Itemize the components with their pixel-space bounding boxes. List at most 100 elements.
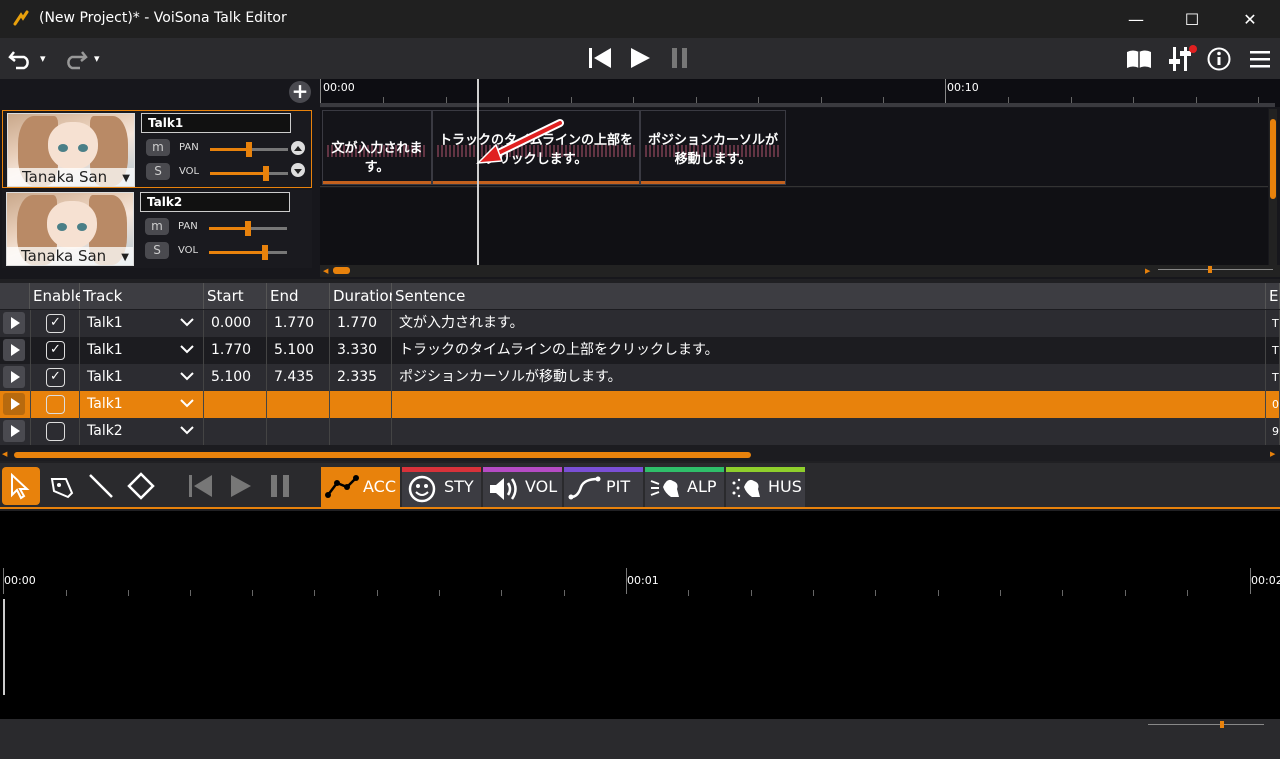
end-cell[interactable]: 5.100 xyxy=(267,337,330,364)
play-button[interactable] xyxy=(626,44,654,72)
table-row[interactable]: Talk2 9 xyxy=(0,418,1280,445)
skip-to-start-button[interactable] xyxy=(586,44,614,72)
track-cell[interactable]: Talk1 xyxy=(80,364,204,391)
column-header-enable[interactable]: Enable xyxy=(30,283,84,309)
voice-avatar[interactable]: Tanaka San ▼ xyxy=(6,192,134,266)
column-header-track[interactable]: Track xyxy=(80,283,204,309)
pen-tool-button[interactable] xyxy=(42,467,80,505)
duration-cell[interactable]: 1.770 xyxy=(330,310,392,337)
enable-checkbox[interactable]: ✓ xyxy=(46,368,65,387)
table-row[interactable]: ✓ Talk1 0.000 1.770 1.770 文が入力されます。 T xyxy=(0,310,1280,337)
tab-pit[interactable]: PIT xyxy=(564,467,643,507)
mute-button[interactable]: m xyxy=(146,139,170,156)
column-header-duration[interactable]: Duration xyxy=(330,283,398,309)
vol-slider[interactable] xyxy=(209,245,287,260)
track-lane-talk2[interactable] xyxy=(320,188,1268,266)
track-vertical-scrollbar[interactable] xyxy=(1269,109,1277,265)
track-header-talk1[interactable]: Tanaka San ▼ Talk1 m S PAN VOL xyxy=(2,110,312,188)
dictionary-button[interactable] xyxy=(1124,46,1154,72)
tab-acc[interactable]: ACC xyxy=(321,467,400,507)
enable-checkbox[interactable]: ✓ xyxy=(46,341,65,360)
chevron-down-icon[interactable] xyxy=(180,310,194,337)
tab-hus[interactable]: HUS xyxy=(726,467,805,507)
sentence-cell[interactable]: 文が入力されます。 xyxy=(392,310,1266,337)
enable-checkbox[interactable] xyxy=(46,422,65,441)
duration-cell[interactable]: 3.330 xyxy=(330,337,392,364)
start-cell[interactable] xyxy=(204,391,267,418)
menu-button[interactable] xyxy=(1245,44,1275,74)
tab-alp[interactable]: ALP xyxy=(645,467,724,507)
enable-checkbox[interactable] xyxy=(46,395,65,414)
extra-cell[interactable]: 9 xyxy=(1266,418,1280,445)
table-row[interactable]: Talk1 0 xyxy=(0,391,1280,418)
add-track-button[interactable]: + xyxy=(289,81,311,103)
track-header-talk2[interactable]: Tanaka San ▼ Talk2 m S PAN VOL xyxy=(2,190,312,268)
chevron-down-icon[interactable] xyxy=(180,391,194,418)
chevron-down-icon[interactable] xyxy=(180,418,194,445)
end-cell[interactable]: 1.770 xyxy=(267,310,330,337)
extra-cell[interactable]: T xyxy=(1266,310,1280,337)
timeline-horizontal-scrollbar[interactable]: ◀ ▶ xyxy=(320,265,1280,277)
solo-button[interactable]: S xyxy=(145,242,169,259)
start-cell[interactable]: 0.000 xyxy=(204,310,267,337)
line-tool-button[interactable] xyxy=(82,467,120,505)
track-cell[interactable]: Talk1 xyxy=(80,391,204,418)
move-up-button[interactable] xyxy=(291,141,305,155)
duration-cell[interactable]: 2.335 xyxy=(330,364,392,391)
undo-dropdown[interactable]: ▾ xyxy=(40,52,46,65)
vol-slider[interactable] xyxy=(210,166,288,181)
info-button[interactable] xyxy=(1204,44,1234,74)
chevron-down-icon[interactable] xyxy=(180,337,194,364)
column-header-sentence[interactable]: Sentence xyxy=(392,283,1266,309)
maximize-button[interactable]: ☐ xyxy=(1164,0,1220,38)
track-cell[interactable]: Talk2 xyxy=(80,418,204,445)
redo-dropdown[interactable]: ▾ xyxy=(94,52,100,65)
row-play-button[interactable] xyxy=(3,366,25,388)
solo-button[interactable]: S xyxy=(146,163,170,180)
row-play-button[interactable] xyxy=(3,339,25,361)
enable-checkbox[interactable]: ✓ xyxy=(46,314,65,333)
chevron-down-icon[interactable] xyxy=(180,364,194,391)
sentence-cell[interactable]: ポジションカーソルが移動します。 xyxy=(392,364,1266,391)
pause-button[interactable] xyxy=(666,44,694,72)
eraser-tool-button[interactable] xyxy=(122,467,160,505)
sentence-clip[interactable]: ポジションカーソルが 移動します。 xyxy=(640,110,786,185)
start-cell[interactable] xyxy=(204,418,267,445)
sentence-cell[interactable] xyxy=(392,418,1266,445)
table-row[interactable]: ✓ Talk1 5.100 7.435 2.335 ポジションカーソルが移動します。 T xyxy=(0,364,1280,391)
row-play-button[interactable] xyxy=(3,312,25,334)
editor-skip-back-button[interactable] xyxy=(186,469,216,503)
redo-button[interactable] xyxy=(60,44,90,74)
editor-pause-button[interactable] xyxy=(266,469,296,503)
voice-avatar[interactable]: Tanaka San ▼ xyxy=(7,113,135,187)
editor-playhead[interactable] xyxy=(3,599,5,695)
start-cell[interactable]: 5.100 xyxy=(204,364,267,391)
parameter-editor[interactable]: 00:00 00:01 00:02 xyxy=(0,511,1280,759)
sentence-cell[interactable] xyxy=(392,391,1266,418)
column-header-start[interactable]: Start xyxy=(204,283,267,309)
extra-cell[interactable]: T xyxy=(1266,337,1280,364)
sentence-cell[interactable]: トラックのタイムラインの上部をクリックします。 xyxy=(392,337,1266,364)
start-cell[interactable]: 1.770 xyxy=(204,337,267,364)
editor-zoom-slider[interactable] xyxy=(1148,721,1264,728)
track-cell[interactable]: Talk1 xyxy=(80,337,204,364)
end-cell[interactable] xyxy=(267,418,330,445)
move-down-button[interactable] xyxy=(291,163,305,177)
table-horizontal-scrollbar[interactable]: ◀ ▶ xyxy=(0,450,1280,460)
track-cell[interactable]: Talk1 xyxy=(80,310,204,337)
mute-button[interactable]: m xyxy=(145,218,169,235)
playhead[interactable] xyxy=(477,79,479,265)
duration-cell[interactable] xyxy=(330,418,392,445)
timeline-zoom-slider[interactable] xyxy=(1158,266,1273,273)
table-row[interactable]: ✓ Talk1 1.770 5.100 3.330 トラックのタイムラインの上部をクリック… xyxy=(0,337,1280,364)
editor-ruler[interactable]: 00:00 00:01 00:02 xyxy=(0,566,1280,596)
tab-sty[interactable]: STY xyxy=(402,467,481,507)
close-button[interactable]: ✕ xyxy=(1222,0,1278,38)
column-header-extra[interactable]: E xyxy=(1266,283,1280,309)
end-cell[interactable] xyxy=(267,391,330,418)
editor-play-button[interactable] xyxy=(226,469,256,503)
row-play-button[interactable] xyxy=(3,393,25,415)
duration-cell[interactable] xyxy=(330,391,392,418)
mixer-button[interactable] xyxy=(1165,44,1197,74)
row-play-button[interactable] xyxy=(3,420,25,442)
